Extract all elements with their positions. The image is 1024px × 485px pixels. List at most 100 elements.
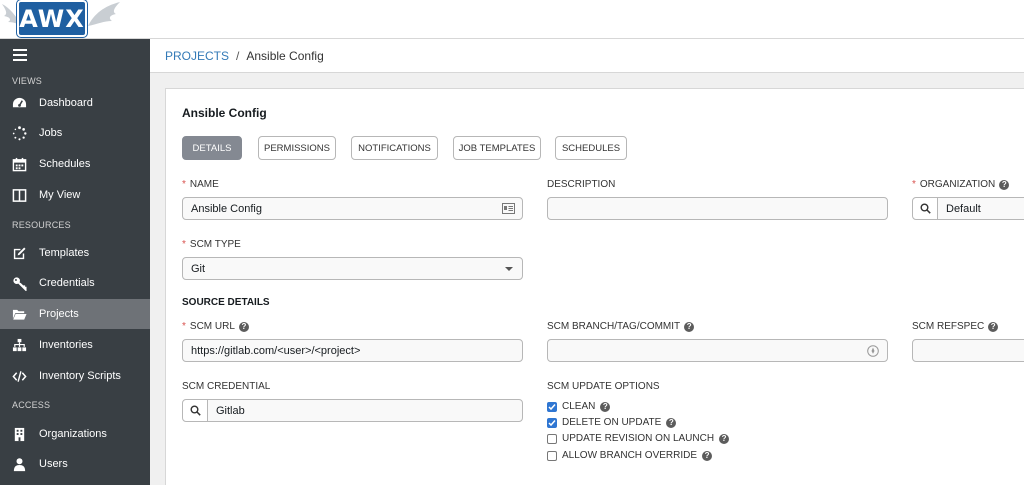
awx-logo[interactable]: AWX [2,0,120,40]
required-marker: * [182,179,186,190]
key-icon [0,276,39,291]
tab-job-templates[interactable]: JOB TEMPLATES [453,136,541,160]
tab-schedules[interactable]: SCHEDULES [555,136,627,160]
folder-open-icon [0,307,39,322]
help-icon[interactable]: ? [702,450,713,461]
sidebar-item-credentials[interactable]: Credentials [0,268,150,298]
sidebar-item-projects[interactable]: Projects [0,299,150,329]
scm-update-options-label: SCM UPDATE OPTIONS [547,381,660,392]
sidebar-item-label: Schedules [39,158,91,170]
rocket-icon[interactable] [867,345,879,360]
search-icon[interactable] [913,198,938,219]
sidebar-item-label: Inventory Scripts [39,370,121,382]
breadcrumb-projects-link[interactable]: PROJECTS [165,49,229,63]
description-input[interactable] [547,197,888,220]
scm-url-input[interactable]: https://gitlab.com/<user>/<project> [182,339,523,362]
scm-type-label-text: SCM TYPE [189,239,241,250]
help-icon[interactable]: ? [999,179,1010,190]
source-details-heading: SOURCE DETAILS [182,297,270,308]
sidebar-item-label: Credentials [39,277,95,289]
scm-refspec-input[interactable] [912,339,1024,362]
menu-icon[interactable] [13,49,27,61]
help-icon[interactable]: ? [600,401,611,412]
logo-text: AWX [17,0,87,37]
scm-branch-label: SCM BRANCH/TAG/COMMIT ? [547,321,695,332]
columns-icon [0,188,39,203]
spinner-icon [0,125,39,141]
code-icon [0,369,39,384]
section-label-views: VIEWS [12,76,43,86]
breadcrumb-current: Ansible Config [246,48,324,63]
sidebar-item-label: Organizations [39,428,107,440]
section-label-access: ACCESS [12,400,51,410]
name-input[interactable]: Ansible Config [182,197,523,220]
project-form-panel: Ansible Config DETAILS PERMISSIONS NOTIF… [165,88,1024,485]
option-clean[interactable]: CLEAN ? [547,401,611,412]
sidebar-item-inventory-scripts[interactable]: Inventory Scripts [0,361,150,391]
sidebar-item-label: Templates [39,247,90,259]
option-label: CLEAN [562,401,596,412]
section-label-resources: RESOURCES [12,220,71,230]
checkbox-unchecked[interactable] [547,450,557,461]
sidebar-item-schedules[interactable]: Schedules [0,149,150,179]
scm-type-select[interactable]: Git [182,257,523,280]
top-bar: AWX [0,0,1024,39]
contact-card-icon[interactable] [502,203,515,217]
help-icon[interactable]: ? [684,321,695,332]
breadcrumb: PROJECTS / Ansible Config [150,39,1024,73]
scm-type-label: * SCM TYPE [182,239,241,250]
breadcrumb-separator: / [236,48,240,63]
calendar-icon [0,157,39,172]
help-icon[interactable]: ? [238,321,249,332]
sidebar-item-label: Projects [39,308,79,320]
option-update-revision-on-launch[interactable]: UPDATE REVISION ON LAUNCH ? [547,433,730,444]
help-icon[interactable]: ? [666,417,677,428]
building-icon [0,427,39,442]
scm-credential-lookup[interactable]: Gitlab [182,399,523,422]
sidebar: VIEWS Dashboard Jobs Schedules My View R… [0,39,150,485]
option-allow-branch-override[interactable]: ALLOW BRANCH OVERRIDE ? [547,450,713,461]
scm-credential-value: Gitlab [216,404,245,417]
sidebar-item-inventories[interactable]: Inventories [0,330,150,360]
scm-refspec-label: SCM REFSPEC ? [912,321,999,332]
option-label: UPDATE REVISION ON LAUNCH [562,433,715,444]
scm-url-value: https://gitlab.com/<user>/<project> [191,344,361,357]
tab-notifications[interactable]: NOTIFICATIONS [351,136,438,160]
option-delete-on-update[interactable]: DELETE ON UPDATE ? [547,417,677,428]
sidebar-item-label: Inventories [39,339,93,351]
help-icon[interactable]: ? [988,321,999,332]
sidebar-item-label: Dashboard [39,97,93,109]
organization-label: * ORGANIZATION ? [912,179,1010,190]
name-label-text: NAME [189,179,219,190]
wing-icon [86,0,122,37]
tab-permissions[interactable]: PERMISSIONS [258,136,336,160]
sidebar-item-organizations[interactable]: Organizations [0,419,150,449]
scm-refspec-label-text: SCM REFSPEC [912,321,985,332]
name-input-value: Ansible Config [191,202,262,215]
help-icon[interactable]: ? [719,433,730,444]
sidebar-item-label: Users [39,458,68,470]
required-marker: * [912,179,916,190]
organization-lookup[interactable]: Default [912,197,1024,220]
search-icon[interactable] [183,400,208,421]
checkbox-checked[interactable] [547,401,557,412]
scm-url-label-text: SCM URL [189,321,235,332]
sidebar-item-dashboard[interactable]: Dashboard [0,88,150,118]
sidebar-item-my-view[interactable]: My View [0,180,150,210]
sidebar-item-label: My View [39,189,81,201]
scm-credential-label: SCM CREDENTIAL [182,381,271,392]
required-marker: * [182,321,186,332]
description-label: DESCRIPTION [547,179,616,190]
tab-details[interactable]: DETAILS [182,136,242,160]
checkbox-checked[interactable] [547,417,557,428]
sitemap-icon [0,338,39,353]
sidebar-item-users[interactable]: Users [0,449,150,479]
scm-branch-label-text: SCM BRANCH/TAG/COMMIT [547,321,681,332]
checkbox-unchecked[interactable] [547,433,557,444]
scm-branch-input[interactable] [547,339,888,362]
sidebar-item-templates[interactable]: Templates [0,238,150,268]
scm-url-label: * SCM URL ? [182,321,249,332]
sidebar-item-jobs[interactable]: Jobs [0,118,150,148]
user-icon [0,457,39,472]
organization-value: Default [946,202,981,215]
